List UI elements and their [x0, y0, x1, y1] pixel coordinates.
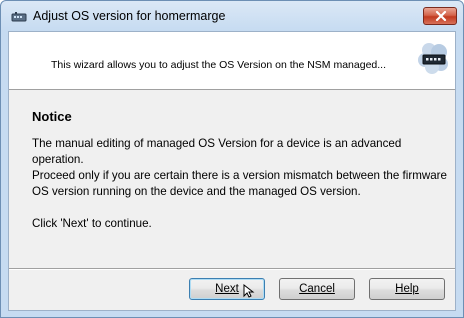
- help-button[interactable]: Help: [369, 278, 445, 300]
- wizard-header: This wizard allows you to adjust the OS …: [9, 32, 455, 90]
- network-device-icon: [11, 10, 27, 22]
- cancel-button[interactable]: Cancel: [279, 278, 355, 300]
- title-bar[interactable]: Adjust OS version for homermarge: [1, 1, 463, 31]
- cancel-button-label: Cancel: [299, 283, 335, 295]
- wizard-body: This wizard allows you to adjust the OS …: [8, 31, 456, 311]
- window-title: Adjust OS version for homermarge: [33, 9, 226, 23]
- notice-paragraph: The manual editing of managed OS Version…: [32, 137, 402, 166]
- close-icon: [435, 11, 447, 21]
- network-device-icon: [415, 40, 451, 76]
- close-button[interactable]: [423, 7, 457, 25]
- notice-paragraph: Proceed only if you are certain there is…: [32, 169, 447, 198]
- wizard-subtitle: This wizard allows you to adjust the OS …: [51, 59, 387, 71]
- help-button-label: Help: [395, 283, 419, 295]
- footer-divider: [9, 268, 455, 270]
- mouse-cursor-icon: [243, 283, 255, 303]
- next-button-label: Next: [215, 283, 239, 295]
- notice-paragraph: Click 'Next' to continue.: [32, 217, 152, 230]
- notice-text: The manual editing of managed OS Version…: [32, 136, 452, 232]
- notice-heading: Notice: [32, 109, 72, 124]
- wizard-window: Adjust OS version for homermarge This wi…: [0, 0, 464, 318]
